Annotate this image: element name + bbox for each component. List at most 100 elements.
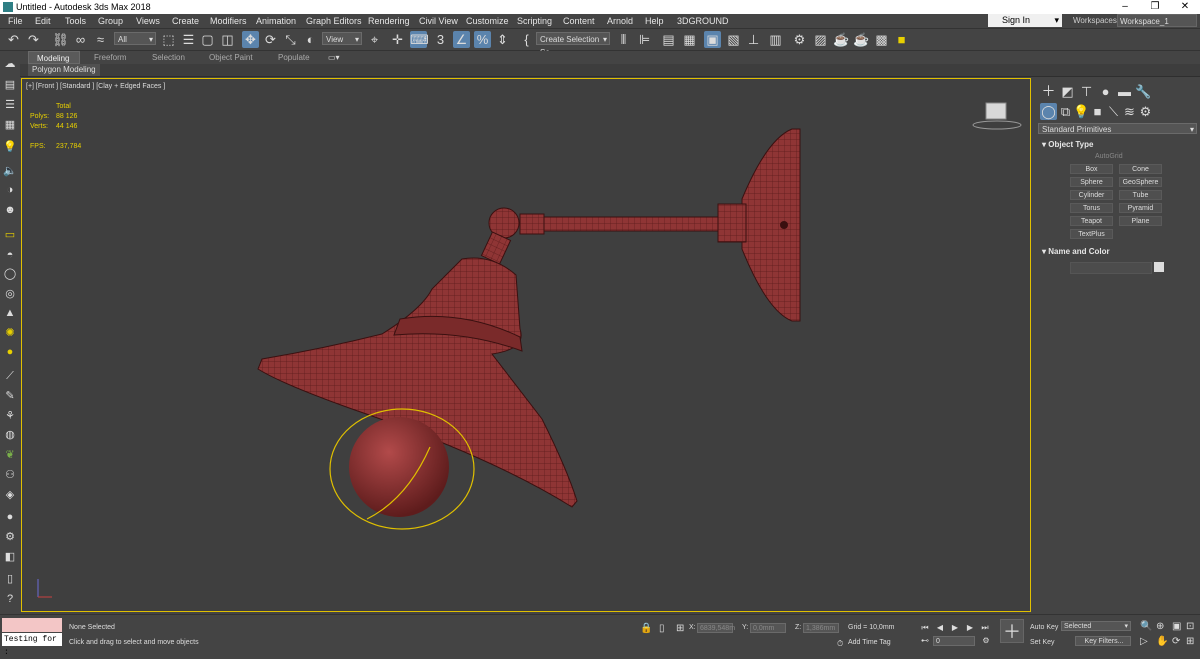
redo-icon[interactable]: ↷ — [25, 31, 42, 48]
fov-icon[interactable]: ▷ — [1140, 636, 1148, 647]
select-by-name-icon[interactable]: ☰ — [180, 31, 197, 48]
window-crossing-icon[interactable]: ◫ — [219, 31, 236, 48]
menu-rendering[interactable]: Rendering — [368, 16, 410, 26]
z-coordinate-field[interactable]: 1,386mm — [803, 623, 839, 633]
geosphere-button[interactable]: GeoSphere — [1119, 177, 1162, 187]
space-warps-icon[interactable]: ≋ — [1121, 103, 1138, 120]
absolute-mode-icon[interactable]: ⊞ — [676, 623, 684, 634]
place-icon[interactable]: ◐ — [302, 31, 319, 48]
cone-icon[interactable]: ▲ — [3, 306, 17, 320]
rendered-frame-window-icon[interactable]: ▨ — [812, 31, 829, 48]
menu-create[interactable]: Create — [172, 16, 199, 26]
tab-modeling[interactable]: Modeling — [28, 51, 80, 64]
menu-tools[interactable]: Tools — [65, 16, 86, 26]
textplus-button[interactable]: TextPlus — [1070, 229, 1113, 239]
sun-icon[interactable]: ✺ — [3, 326, 17, 340]
systems-icon[interactable]: ⚙ — [1137, 103, 1154, 120]
key-mode-icon[interactable]: ✛ — [389, 31, 406, 48]
select-and-scale-icon[interactable]: ⤡ — [282, 31, 299, 48]
name-and-color-rollout[interactable]: ▾ Name and Color — [1042, 247, 1110, 256]
color-icon[interactable]: ◧ — [3, 550, 17, 564]
auto-key-button[interactable]: Auto Key — [1030, 624, 1058, 631]
bind-space-warp-icon[interactable]: ≈ — [92, 31, 109, 48]
cloud-icon[interactable]: ☁ — [3, 57, 17, 71]
menu-edit[interactable]: Edit — [35, 16, 51, 26]
arnold-icon[interactable]: ■ — [893, 31, 910, 48]
next-frame-icon[interactable]: ▶ — [964, 623, 976, 633]
ribbon-options-icon[interactable]: ▭▾ — [320, 51, 348, 64]
workspace-dropdown[interactable]: Workspace_1 — [1117, 14, 1197, 27]
scene-explorer-icon[interactable]: ▣ — [704, 31, 721, 48]
zoom-all-icon[interactable]: ⊕ — [1156, 621, 1164, 632]
play-icon[interactable]: ▶ — [949, 623, 961, 633]
rectangular-selection-icon[interactable]: ▢ — [199, 31, 216, 48]
dome-icon[interactable]: ◓ — [3, 248, 17, 262]
viewcube[interactable] — [972, 102, 1022, 130]
zoom-icon[interactable]: 🔍 — [1140, 621, 1152, 632]
settings-icon[interactable]: ⚙ — [3, 530, 17, 544]
cameras-icon[interactable]: ■ — [1089, 103, 1106, 120]
select-and-rotate-icon[interactable]: ⟳ — [262, 31, 279, 48]
sphere-button[interactable]: Sphere — [1070, 177, 1113, 187]
sound-icon[interactable]: 🔈 — [3, 164, 17, 178]
key-mode-toggle-icon[interactable]: ⊷ — [919, 636, 931, 646]
menu-content[interactable]: Content — [563, 16, 595, 26]
material-editor-icon[interactable]: ▥ — [767, 31, 784, 48]
open-icon[interactable]: ▤ — [3, 78, 17, 92]
torus-button[interactable]: Torus — [1070, 203, 1113, 213]
object-name-input[interactable] — [1070, 262, 1152, 274]
viewport-front[interactable]: [+] [Front ] [Standard ] [Clay + Edged F… — [21, 78, 1031, 612]
paint-icon[interactable]: ✎ — [3, 389, 17, 403]
goto-end-icon[interactable]: ⏭ — [979, 623, 991, 633]
menu-customize[interactable]: Customize — [466, 16, 509, 26]
orbit-icon[interactable]: ⟳ — [1172, 636, 1180, 647]
render-iterative-icon[interactable]: ☕ — [853, 31, 870, 48]
link-icon[interactable]: ⛓ — [52, 31, 69, 48]
polygon-modeling-panel[interactable]: Polygon Modeling — [28, 64, 100, 76]
display-tab-icon[interactable]: ▬ — [1116, 83, 1133, 100]
menu-views[interactable]: Views — [136, 16, 160, 26]
menu-arnold[interactable]: Arnold — [607, 16, 633, 26]
time-config-icon[interactable]: ⚙ — [980, 636, 992, 646]
reference-coordinate-dropdown[interactable]: View ▾ — [322, 32, 362, 45]
teapot-button[interactable]: Teapot — [1070, 216, 1113, 226]
geometry-icon[interactable]: ◯ — [1040, 103, 1057, 120]
maximize-viewport-icon[interactable]: ⊞ — [1186, 636, 1194, 647]
cone-button[interactable]: Cone — [1119, 164, 1162, 174]
primitive-category-dropdown[interactable]: Standard Primitives ▾ — [1038, 123, 1197, 134]
goto-start-icon[interactable]: ⏮ — [919, 623, 931, 633]
menu-scripting[interactable]: Scripting — [517, 16, 552, 26]
object-type-rollout[interactable]: ▾ Object Type — [1042, 140, 1093, 149]
menu-3dground[interactable]: 3DGROUND — [677, 16, 729, 26]
minimize-button[interactable]: – — [1110, 0, 1140, 14]
torus-icon[interactable]: ◎ — [3, 287, 17, 301]
light-icon[interactable]: 💡 — [3, 140, 17, 154]
phone-icon[interactable]: ▯ — [3, 572, 17, 586]
pan-icon[interactable]: ✋ — [1156, 636, 1168, 647]
percent-snap-icon[interactable]: % — [474, 31, 491, 48]
mirror-icon[interactable]: ⫴ — [615, 31, 632, 48]
snaps-toggle-icon[interactable]: 3 — [432, 31, 449, 48]
select-and-move-icon[interactable]: ✥ — [242, 31, 259, 48]
zoom-extents-icon[interactable]: ▣ — [1172, 621, 1181, 632]
create-tab-icon[interactable]: ＋ — [1040, 83, 1057, 100]
rectangle-icon[interactable]: ▭ — [3, 228, 17, 242]
layer-explorer-icon[interactable]: ▤ — [660, 31, 677, 48]
maximize-button[interactable]: ❐ — [1140, 0, 1170, 14]
align-icon[interactable]: ⊫ — [636, 31, 653, 48]
hierarchy-tab-icon[interactable]: ⊤ — [1078, 83, 1095, 100]
close-button[interactable]: ✕ — [1170, 0, 1200, 14]
box-button[interactable]: Box — [1070, 164, 1113, 174]
x-coordinate-field[interactable]: 6839,548m — [697, 623, 735, 633]
lamp-model[interactable] — [22, 79, 1030, 611]
render-setup-icon[interactable]: ⚙ — [791, 31, 808, 48]
keyboard-shortcut-override-icon[interactable]: ⌨ — [410, 31, 429, 48]
object-color-swatch[interactable] — [1154, 262, 1164, 272]
previous-frame-icon[interactable]: ◀ — [934, 623, 946, 633]
menu-graph-editors[interactable]: Graph Editors — [306, 16, 362, 26]
character-icon[interactable]: ☻ — [3, 203, 17, 217]
sphere-icon[interactable]: ◯ — [3, 267, 17, 281]
key-set-dropdown[interactable]: Selected ▾ — [1061, 621, 1131, 631]
tube-button[interactable]: Tube — [1119, 190, 1162, 200]
toggle-ribbon-icon[interactable]: ▦ — [681, 31, 698, 48]
